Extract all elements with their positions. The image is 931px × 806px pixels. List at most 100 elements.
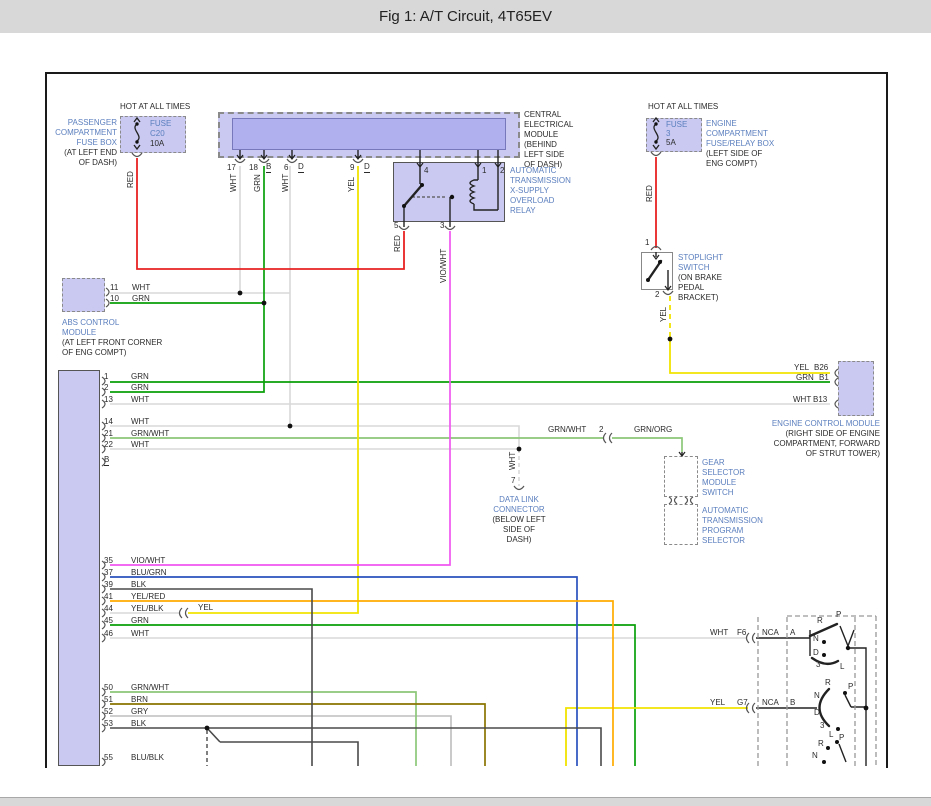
tcm-color: WHT	[131, 440, 149, 450]
ecm-pin-b26: B26	[814, 363, 828, 373]
abs-label: ABS CONTROL MODULE (AT LEFT FRONT CORNER…	[62, 318, 162, 358]
relay-pin-5: 5	[394, 221, 398, 231]
wire-wht-dlc: WHT	[508, 452, 518, 470]
relay-pin-2: 2	[500, 166, 504, 176]
fuse-label: FUSE	[150, 119, 171, 129]
tcm-pin: 2	[104, 383, 108, 393]
ecm-color-b26: YEL	[794, 363, 809, 373]
swA-3: 3	[816, 660, 820, 670]
engine-fuse-box-label: ENGINE COMPARTMENT FUSE/RELAY BOX (LEFT …	[706, 119, 774, 169]
relay-pin-3: 3	[440, 221, 444, 231]
swB-R: R	[825, 678, 831, 688]
tcm-color: BLK	[131, 719, 146, 729]
gear-wire-left: GRN/WHT	[548, 425, 586, 435]
tcm-color: BLU/GRN	[131, 568, 167, 578]
swB-N: N	[814, 691, 820, 701]
abs-pin-10: 10	[110, 294, 119, 304]
tcm-color: GRY	[131, 707, 148, 717]
tcm-pin: 52	[104, 707, 113, 717]
passenger-fuse-label: PASSENGER COMPARTMENT FUSE BOX (AT LEFT …	[28, 118, 117, 168]
ecm-pin-b1: B1	[819, 373, 829, 383]
tcm-pin: 51	[104, 695, 113, 705]
abs-color-11: WHT	[132, 283, 150, 293]
cem-conn-d1: D	[298, 162, 304, 173]
tcm-color: BRN	[131, 695, 148, 705]
mid-yel-label: YEL	[198, 603, 213, 613]
tcm-color: GRN	[131, 383, 149, 393]
wire-yel-stop: YEL	[659, 307, 669, 322]
swC-R: R	[818, 739, 824, 749]
tcm-pin: 53	[104, 719, 113, 729]
wire-viowht: VIO/WHT	[439, 249, 449, 283]
swB-D: D	[814, 708, 820, 718]
abs-color-10: GRN	[132, 294, 150, 304]
cem-label: CENTRALELECTRICAL MODULE(BEHIND LEFT SID…	[524, 110, 573, 170]
swA-N: N	[813, 634, 819, 644]
wire-red-1: RED	[126, 171, 136, 188]
tcm-pin: 44	[104, 604, 113, 614]
gear-conn-2: 2	[599, 425, 603, 435]
cem-conn-d2: D	[364, 162, 370, 173]
tcm-color: BLU/BLK	[131, 753, 164, 763]
cem-pin-9: 9	[350, 163, 354, 173]
cem-pin-17: 17	[227, 163, 236, 173]
rowA-pin: A	[790, 628, 795, 638]
hot-label-left: HOT AT ALL TIMES	[120, 102, 190, 112]
ecm-label: ENGINE CONTROL MODULE (RIGHT SIDE OF ENG…	[690, 419, 880, 459]
fuse-id: C20	[150, 129, 165, 139]
tcm-pin: 41	[104, 592, 113, 602]
rowB-conn: G7	[737, 698, 748, 708]
swA-P: P	[836, 610, 841, 620]
fuse-amp-2: 5A	[666, 138, 676, 148]
dlc-pin-7: 7	[511, 476, 515, 486]
stoplight-pin-1: 1	[645, 238, 649, 248]
cem-conn-b: B	[266, 162, 271, 173]
bottom-bar	[0, 797, 931, 806]
swB-3: 3	[820, 721, 824, 731]
wire-wht-17: WHT	[229, 174, 239, 192]
wire-yel-9: YEL	[347, 177, 357, 192]
wire-wht-6: WHT	[281, 174, 291, 192]
rowB-nca: NCA	[762, 698, 779, 708]
swC-N: N	[812, 751, 818, 761]
stoplight-label: STOPLIGHT SWITCH (ON BRAKE PEDAL BRACKET…	[678, 253, 723, 303]
gear-selector-label: GEARSELECTOR MODULESWITCH	[702, 458, 745, 498]
cem-pin-6: 6	[284, 163, 288, 173]
ecm-color-b1: GRN	[796, 373, 814, 383]
tcm-color: VIO/WHT	[131, 556, 165, 566]
fuse-amp: 10A	[150, 139, 164, 149]
abs-pin-11: 11	[110, 283, 118, 293]
tcm-color: GRN/WHT	[131, 429, 169, 439]
swC-P: P	[839, 733, 844, 743]
swA-L: L	[840, 662, 844, 672]
swA-D: D	[813, 648, 819, 658]
ecm-color-b13: WHT	[793, 395, 811, 405]
cem-pin-18: 18	[249, 163, 258, 173]
program-selector-label: AUTOMATICTRANSMISSION PROGRAMSELECTOR	[702, 506, 763, 546]
tcm-pin: 50	[104, 683, 113, 693]
wire-red-3: RED	[645, 185, 655, 202]
tcm-pin: 22	[104, 440, 113, 450]
rowB-wire: YEL	[710, 698, 725, 708]
tcm-pin: 39	[104, 580, 113, 590]
tcm-color: YEL/BLK	[131, 604, 163, 614]
tcm-color: WHT	[131, 395, 149, 405]
swB-P: P	[848, 682, 853, 692]
tcm-pin: 21	[104, 429, 113, 439]
tcm-color: GRN	[131, 372, 149, 382]
tcm-conn-b: B	[104, 455, 109, 466]
gear-wire-right: GRN/ORG	[634, 425, 672, 435]
hot-label-right: HOT AT ALL TIMES	[648, 102, 718, 112]
ecm-pin-b13: B13	[813, 395, 827, 405]
tcm-color: GRN	[131, 616, 149, 626]
tcm-color: BLK	[131, 580, 146, 590]
tcm-color: WHT	[131, 629, 149, 639]
tcm-pin: 37	[104, 568, 113, 578]
wire-grn-18: GRN	[253, 174, 263, 192]
rowA-conn: F6	[737, 628, 746, 638]
relay-pin-1: 1	[482, 166, 486, 176]
tcm-pin: 13	[104, 395, 113, 405]
relay-label: AUTOMATICTRANSMISSION X-SUPPLYOVERLOAD R…	[510, 166, 571, 216]
relay-pin-4: 4	[424, 166, 428, 176]
wire-red-2: RED	[393, 235, 403, 252]
